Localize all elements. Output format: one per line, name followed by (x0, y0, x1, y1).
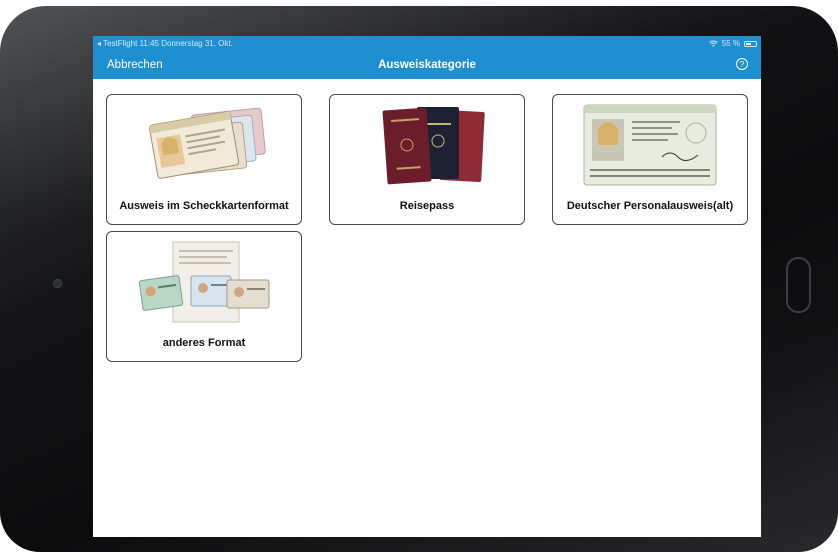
card-old-id[interactable]: Deutscher Personalausweis(alt) (552, 94, 748, 225)
battery-level (746, 42, 751, 45)
status-date: Donnerstag 31. Okt. (161, 39, 233, 48)
status-right: 55 % (708, 39, 757, 48)
screen: ◂ TestFlight 11:45 Donnerstag 31. Okt. 5… (93, 36, 761, 537)
wifi-icon (708, 40, 718, 47)
id-cards-image (148, 107, 266, 179)
card-label: anderes Format (162, 337, 246, 349)
old-id-card-image (583, 104, 717, 186)
passports-image (382, 107, 485, 185)
card-label: Reisepass (399, 200, 455, 212)
battery-percent: 55 % (721, 39, 740, 48)
cancel-button[interactable]: Abbrechen (107, 59, 163, 71)
card-passport[interactable]: Reisepass (329, 94, 525, 225)
other-documents-image (138, 241, 270, 323)
status-time: 11:45 (139, 39, 159, 48)
card-id-card[interactable]: Ausweis im Scheckkartenformat (106, 94, 302, 225)
nav-bar: Abbrechen Ausweiskategorie ? (93, 51, 761, 79)
battery-icon (744, 40, 757, 47)
home-button[interactable] (786, 257, 811, 313)
status-bar: ◂ TestFlight 11:45 Donnerstag 31. Okt. 5… (93, 36, 761, 51)
help-icon[interactable]: ? (736, 58, 748, 70)
status-left: ◂ TestFlight 11:45 Donnerstag 31. Okt. (97, 39, 233, 48)
ipad-frame: ◂ TestFlight 11:45 Donnerstag 31. Okt. 5… (0, 6, 838, 552)
front-camera (53, 279, 62, 288)
back-to-app-link[interactable]: ◂ TestFlight (97, 39, 137, 48)
card-label: Ausweis im Scheckkartenformat (119, 200, 289, 212)
card-other-format[interactable]: anderes Format (106, 231, 302, 362)
card-label: Deutscher Personalausweis(alt) (566, 200, 734, 212)
page-title: Ausweiskategorie (378, 59, 476, 71)
